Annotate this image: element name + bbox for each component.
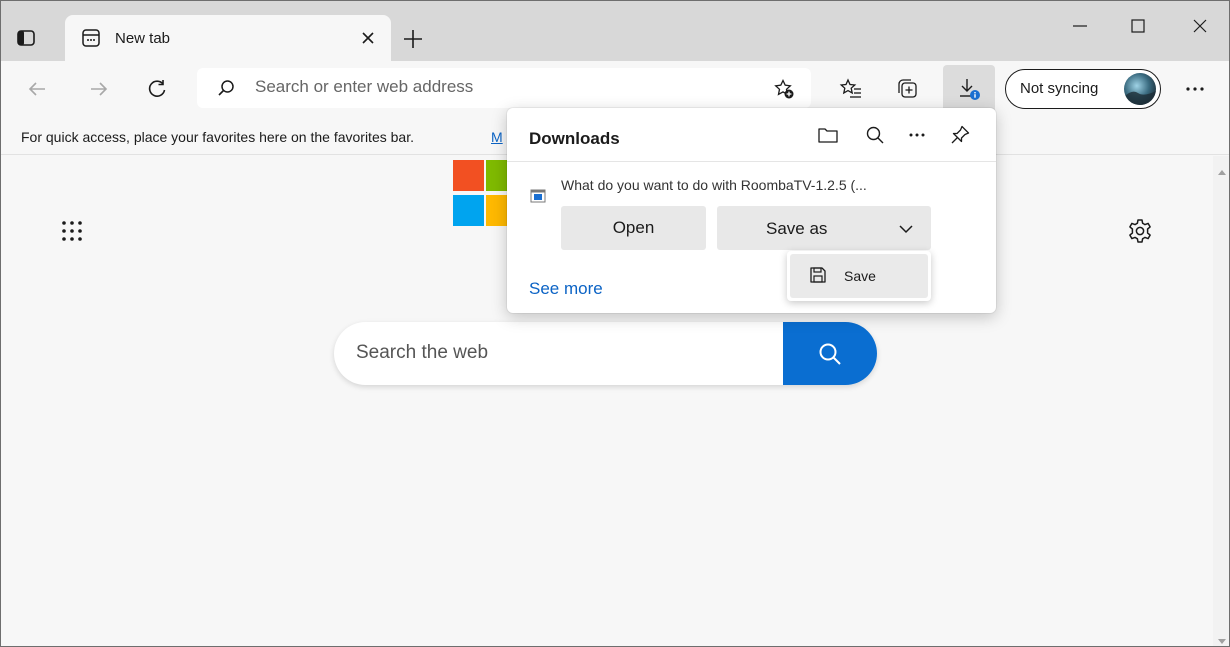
plus-icon[interactable] (401, 27, 425, 51)
refresh-icon[interactable] (143, 75, 171, 103)
more-icon[interactable] (1181, 75, 1209, 103)
back-icon[interactable] (23, 75, 51, 103)
web-search-button[interactable] (783, 322, 877, 385)
address-input[interactable] (255, 77, 735, 97)
save-menu-item[interactable]: Save (790, 254, 928, 298)
window-close-icon[interactable] (1177, 11, 1223, 41)
tab-favicon-icon (81, 28, 101, 48)
address-bar[interactable] (197, 68, 811, 108)
browser-window: New tab Search or enter web address Not … (0, 0, 1230, 647)
favorites-bar-message: For quick access, place your favorites h… (21, 129, 414, 145)
collections-icon[interactable] (893, 75, 921, 103)
folder-icon[interactable] (815, 122, 841, 148)
tab-title: New tab (115, 30, 171, 47)
profile-sync-button[interactable]: Not syncing (1005, 69, 1161, 109)
search-icon[interactable] (862, 122, 888, 148)
close-icon[interactable] (357, 27, 379, 49)
sync-status: Not syncing (1020, 80, 1099, 97)
file-icon (530, 188, 546, 204)
apps-grid-icon[interactable] (59, 218, 85, 244)
web-search-input[interactable] (356, 342, 776, 364)
search-icon (217, 79, 235, 97)
forward-icon[interactable] (85, 75, 113, 103)
download-file-prompt: What do you want to do with RoombaTV-1.2… (561, 177, 867, 193)
downloads-title: Downloads (529, 129, 620, 148)
save-as-label: Save as (766, 219, 828, 238)
open-button[interactable]: Open (561, 206, 706, 250)
see-more-link[interactable]: See more (529, 279, 603, 299)
save-label: Save (844, 268, 876, 284)
tab-new-tab[interactable]: New tab (65, 15, 391, 61)
more-icon[interactable] (904, 122, 930, 148)
favorites-icon[interactable] (837, 75, 865, 103)
tab-actions-icon[interactable] (15, 27, 37, 49)
downloads-divider (507, 161, 996, 162)
chevron-down-icon[interactable] (897, 220, 915, 238)
maximize-icon[interactable] (1115, 11, 1161, 41)
minimize-icon[interactable] (1057, 11, 1103, 41)
favorites-bar-link[interactable]: M (491, 129, 503, 145)
web-search-box[interactable] (334, 322, 877, 385)
save-icon (808, 265, 828, 285)
search-icon (819, 343, 841, 365)
add-favorite-icon[interactable] (773, 78, 795, 100)
page-scrollbar[interactable] (1213, 156, 1229, 646)
title-bar: New tab (1, 1, 1229, 61)
avatar (1124, 73, 1156, 105)
downloads-button[interactable] (943, 65, 995, 113)
settings-gear-icon[interactable] (1127, 218, 1153, 244)
save-as-dropdown-menu: Save (787, 251, 931, 301)
save-as-button[interactable]: Save as (717, 206, 931, 250)
pin-icon[interactable] (947, 122, 973, 148)
download-icon (957, 77, 981, 101)
